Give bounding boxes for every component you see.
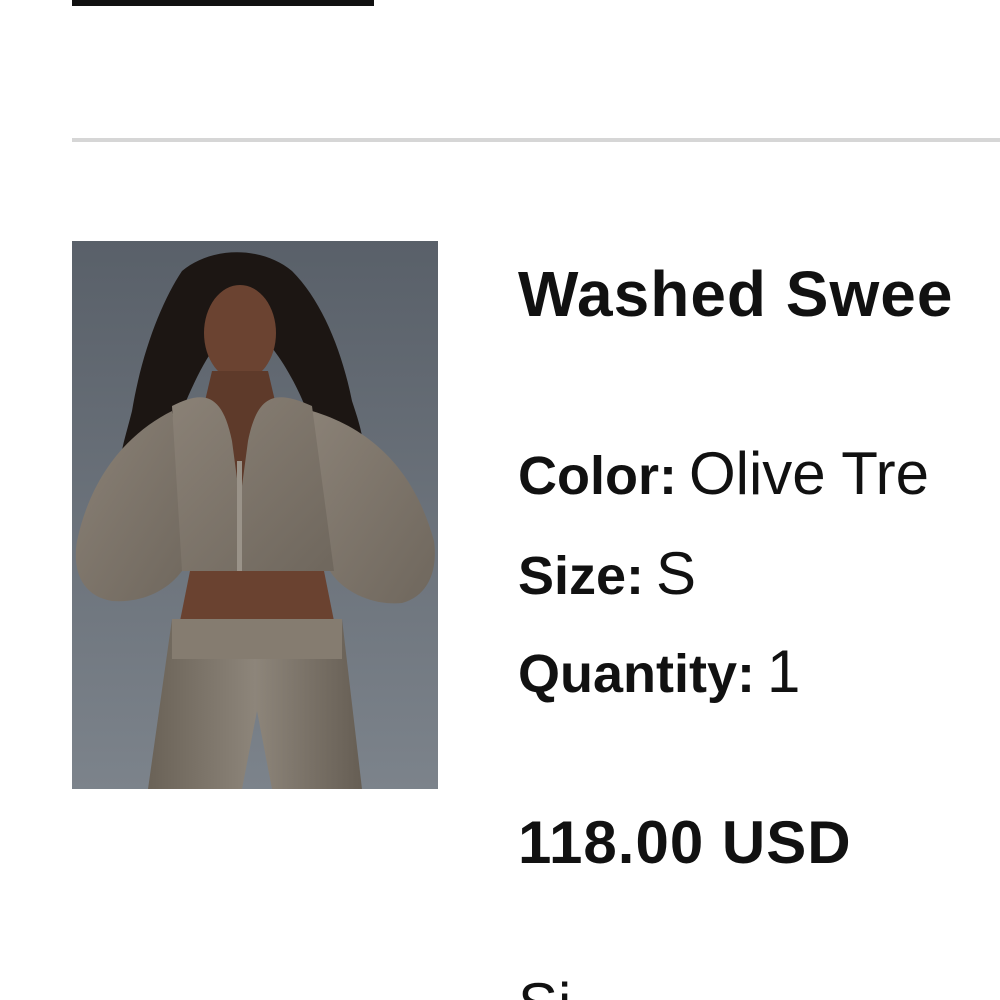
quantity-attribute: Quantity: 1 bbox=[518, 638, 800, 708]
product-name[interactable]: Washed Swee bbox=[518, 256, 953, 332]
partial-next-line: Si bbox=[518, 970, 571, 1000]
size-attribute: Size: S bbox=[518, 540, 696, 610]
color-attribute: Color: Olive Tre bbox=[518, 440, 929, 510]
product-price: 118.00 USD bbox=[518, 809, 852, 876]
product-image[interactable] bbox=[72, 241, 438, 789]
quantity-label: Quantity: bbox=[518, 644, 755, 704]
header-underline bbox=[72, 0, 374, 6]
color-value: Olive Tre bbox=[688, 440, 930, 507]
quantity-value: 1 bbox=[767, 638, 801, 705]
product-details: Washed Swee Color: Olive Tre Size: S Quant… bbox=[518, 0, 1000, 1000]
size-value: S bbox=[656, 540, 697, 607]
color-label: Color: bbox=[518, 446, 677, 506]
size-label: Size: bbox=[518, 546, 645, 606]
product-photo-icon bbox=[72, 241, 438, 789]
cart-item-page: Washed Swee Color: Olive Tre Size: S Quant… bbox=[0, 0, 1000, 1000]
